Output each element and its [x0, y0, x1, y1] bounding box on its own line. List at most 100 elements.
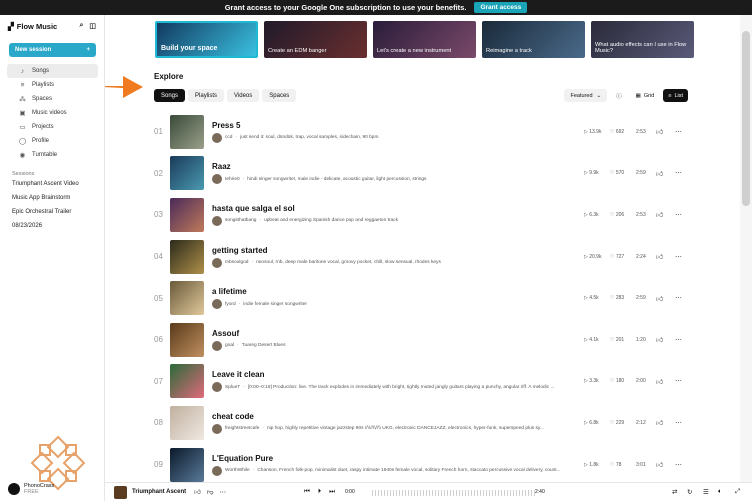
- now-playing-cover[interactable]: [114, 485, 127, 499]
- song-row[interactable]: 01 Press 5 ccd · just send it: soul, dündü…: [154, 111, 682, 153]
- prompt-card[interactable]: Create an EDM banger: [264, 21, 367, 58]
- song-row[interactable]: 07 Leave it clean SplueT · [0:00–0:18] Pro…: [154, 361, 682, 403]
- thumbs-up-icon[interactable]: 👍︎: [656, 252, 663, 261]
- cover-art[interactable]: [170, 156, 204, 191]
- previous-icon[interactable]: ⏮: [304, 488, 310, 496]
- song-title[interactable]: cheat code: [212, 412, 568, 421]
- shuffle-icon[interactable]: ⇄: [672, 488, 677, 496]
- avatar[interactable]: [212, 174, 222, 185]
- song-title[interactable]: Press 5: [212, 121, 568, 130]
- more-options-icon[interactable]: ⋯: [675, 253, 682, 261]
- cover-art[interactable]: [170, 364, 204, 399]
- song-title[interactable]: getting started: [212, 246, 568, 255]
- avatar[interactable]: [212, 257, 222, 268]
- tab-songs[interactable]: Songs: [154, 89, 186, 102]
- session-item[interactable]: Music App Brainstorm: [0, 191, 104, 205]
- artist-name[interactable]: SplueT: [225, 385, 240, 390]
- song-row[interactable]: 02 Raaz tehrie0 · hindi singer songwriter,…: [154, 153, 682, 195]
- avatar[interactable]: [212, 215, 222, 226]
- queue-icon[interactable]: ☰: [703, 488, 709, 496]
- avatar[interactable]: [212, 299, 222, 310]
- more-options-icon[interactable]: ⋯: [675, 377, 682, 385]
- artist-name[interactable]: freightstreetcafe: [225, 426, 259, 431]
- song-title[interactable]: hasta que salga el sol: [212, 204, 568, 213]
- prompt-card[interactable]: Build your space: [155, 21, 258, 58]
- play-button-icon[interactable]: ⏵: [318, 488, 321, 496]
- artist-name[interactable]: mbsoulgod: [225, 260, 248, 265]
- artist-name[interactable]: fyord: [225, 302, 236, 307]
- sidebar-item-spaces[interactable]: ⁂ Spaces: [7, 92, 98, 106]
- repeat-icon[interactable]: ↻: [687, 488, 692, 496]
- song-row[interactable]: 04 getting started mbsoulgod · neosoul, rn…: [154, 236, 682, 278]
- now-playing-title[interactable]: Triumphant Ascent: [132, 489, 186, 495]
- artist-name[interactable]: WorthWhile: [225, 468, 250, 473]
- song-title[interactable]: Assouf: [212, 329, 568, 338]
- song-row[interactable]: 05 a lifetime fyord · indie female singer …: [154, 277, 682, 319]
- info-icon[interactable]: ⓘ: [611, 89, 627, 102]
- song-row[interactable]: 08 cheat code freightstreetcafe · nip hop,…: [154, 402, 682, 444]
- song-row[interactable]: 03 hasta que salga el sol songsthatbang ·…: [154, 194, 682, 236]
- song-title[interactable]: Raaz: [212, 162, 568, 171]
- grid-view-button[interactable]: ▦ Grid: [631, 89, 660, 102]
- more-options-icon[interactable]: ⋯: [675, 336, 682, 344]
- avatar[interactable]: [212, 423, 222, 434]
- waveform-seekbar[interactable]: [372, 490, 535, 496]
- next-icon[interactable]: ⏭: [329, 488, 335, 496]
- avatar[interactable]: [212, 132, 222, 143]
- prompt-card[interactable]: Reimagine a track: [482, 21, 585, 58]
- more-options-icon[interactable]: ⋯: [675, 294, 682, 302]
- sidebar-item-profile[interactable]: ◯ Profile: [7, 134, 98, 148]
- more-options-icon[interactable]: ⋯: [675, 169, 682, 177]
- thumbs-up-icon[interactable]: 👍︎: [656, 377, 663, 386]
- cover-art[interactable]: [170, 239, 204, 274]
- prompt-card[interactable]: What audio effects can I use in Flow Mus…: [591, 21, 694, 58]
- artist-name[interactable]: ccd: [225, 135, 232, 140]
- avatar[interactable]: [212, 465, 222, 476]
- thumbs-up-icon[interactable]: 👍︎: [656, 127, 663, 136]
- song-title[interactable]: a lifetime: [212, 287, 568, 296]
- sidebar-item-turntable[interactable]: ◉ Turntable: [7, 148, 98, 162]
- thumbs-up-icon[interactable]: 👍︎: [656, 460, 663, 469]
- thumbs-up-icon[interactable]: 👍︎: [656, 210, 663, 219]
- new-session-button[interactable]: New session +: [9, 43, 96, 57]
- cover-art[interactable]: [170, 281, 204, 316]
- scrollbar-thumb[interactable]: [742, 31, 750, 206]
- avatar[interactable]: [212, 382, 222, 393]
- more-options-icon[interactable]: ⋯: [220, 488, 227, 496]
- song-row[interactable]: 09 L'Equation Pure WorthWhile · Chanson, F…: [154, 444, 682, 482]
- search-icon[interactable]: ⌕: [79, 22, 83, 30]
- session-item[interactable]: Epic Orchestral Trailer: [0, 205, 104, 219]
- thumbs-up-icon[interactable]: 👍︎: [656, 335, 663, 344]
- sidebar-item-playlists[interactable]: ≡ Playlists: [7, 78, 98, 92]
- session-item[interactable]: 08/23/2026: [0, 219, 104, 233]
- song-row[interactable]: 06 Assouf goal · Tuareg Desert Blues ▷ 4.1…: [154, 319, 682, 361]
- sidebar-item-projects[interactable]: ▭ Projects: [7, 120, 98, 134]
- thumbs-up-icon[interactable]: 👍︎: [194, 488, 201, 496]
- thumbs-up-icon[interactable]: 👍︎: [656, 418, 663, 427]
- more-options-icon[interactable]: ⋯: [675, 461, 682, 469]
- tab-spaces[interactable]: Spaces: [262, 89, 297, 102]
- session-item[interactable]: Triumphant Ascent Video: [0, 177, 104, 191]
- cover-art[interactable]: [170, 447, 204, 482]
- grant-access-button[interactable]: Grant access: [474, 2, 528, 13]
- thumbs-up-icon[interactable]: 👍︎: [656, 294, 663, 303]
- more-options-icon[interactable]: ⋯: [675, 128, 682, 136]
- cover-art[interactable]: [170, 114, 204, 149]
- list-view-button[interactable]: ≡ List: [663, 89, 688, 102]
- volume-icon[interactable]: 🔈︎: [718, 488, 722, 496]
- cover-art[interactable]: [170, 405, 204, 440]
- more-options-icon[interactable]: ⋯: [675, 419, 682, 427]
- artist-name[interactable]: goal: [225, 343, 234, 348]
- song-title[interactable]: Leave it clean: [212, 370, 568, 379]
- cover-art[interactable]: [170, 322, 204, 357]
- cover-art[interactable]: [170, 197, 204, 232]
- scrollbar[interactable]: [740, 15, 752, 482]
- collapse-sidebar-icon[interactable]: ◫: [89, 22, 96, 30]
- thumbs-up-icon[interactable]: 👍︎: [656, 169, 663, 178]
- tab-playlists[interactable]: Playlists: [188, 89, 225, 102]
- sidebar-item-songs[interactable]: ♪ Songs: [7, 64, 98, 78]
- avatar[interactable]: [212, 340, 222, 351]
- artist-name[interactable]: tehrie0: [225, 177, 240, 182]
- more-options-icon[interactable]: ⋯: [675, 211, 682, 219]
- expand-icon[interactable]: ⤢: [735, 488, 740, 496]
